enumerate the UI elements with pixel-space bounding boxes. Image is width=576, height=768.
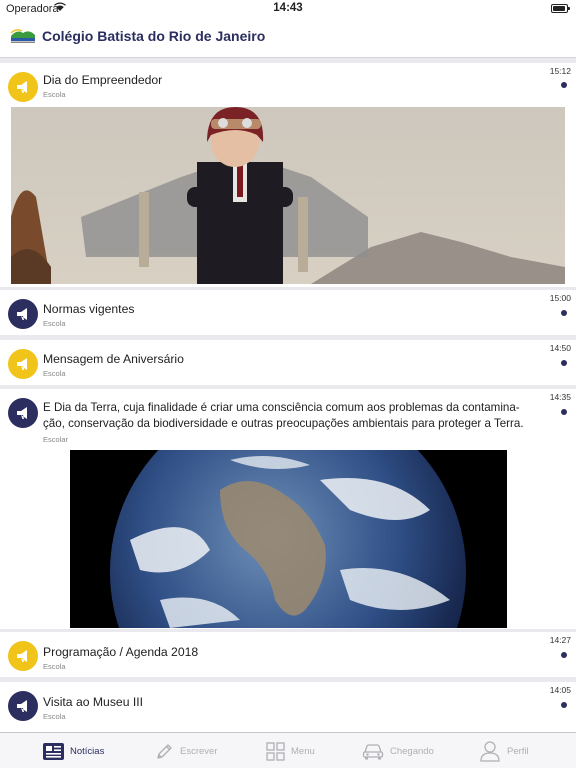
app-header: Colégio Batista do Rio de Janeiro [0,18,576,58]
post-time: 14:05 [549,685,571,695]
post-title: Visita ao Museu III [43,695,144,709]
post-category: Escola [43,319,66,328]
unread-dot [561,310,567,316]
post-title: Normas vigentes [43,302,135,316]
post-image-earth[interactable] [70,450,507,628]
page-title: Colégio Batista do Rio de Janeiro [42,28,266,44]
megaphone-icon [17,700,27,712]
post-title-line-1: E Dia da Terra, cuja finalidade é criar … [43,401,520,414]
post-category: Escola [43,712,66,721]
tab-label: Notícias [70,745,105,757]
post-category: Escola [43,369,66,378]
announcement-avatar [8,349,38,379]
news-card[interactable]: 14:05 Visita ao Museu III Escola [0,682,576,732]
status-bar: Operadora 14:43 [0,0,576,18]
battery-icon [551,4,570,13]
news-card[interactable]: 15:12 Dia do Empreendedor Escola [0,63,576,287]
unread-dot [561,82,567,88]
tab-chegando[interactable]: Chegando [362,733,434,768]
post-time: 14:35 [549,392,571,402]
unread-dot [561,360,567,366]
megaphone-icon [17,650,27,662]
megaphone-icon [17,358,27,370]
announcement-avatar [8,72,38,102]
tab-label: Escrever [180,745,218,757]
announcement-avatar [8,641,38,671]
news-card[interactable]: 15:00 Normas vigentes Escola [0,290,576,335]
post-time: 14:50 [549,343,571,353]
post-time: 15:00 [549,293,571,303]
post-title: Programação / Agenda 2018 [43,645,199,659]
tab-noticias[interactable]: Notícias [43,733,104,768]
post-title: Dia do Empreendedor [43,73,163,87]
tab-label: Chegando [390,745,434,757]
post-time: 14:27 [549,635,571,645]
tab-label: Menu [291,745,315,757]
post-time: 15:12 [549,66,571,76]
megaphone-icon [17,308,27,320]
tab-label: Perfil [507,745,529,757]
tab-menu[interactable]: Menu [266,733,315,768]
grid-icon [266,741,285,761]
megaphone-icon [17,407,27,419]
announcement-avatar [8,398,38,428]
unread-dot [561,652,567,658]
announcement-avatar [8,691,38,721]
post-category: Escolar [43,435,69,444]
announcement-avatar [8,299,38,329]
post-title-line-2: ção, conservação da biodiversidade e out… [43,417,524,430]
unread-dot [561,409,567,415]
post-category: Escola [43,662,66,671]
news-card[interactable]: 14:35 E Dia da Terra, cuja finalidade é … [0,389,576,629]
news-card[interactable]: 14:27 Programação / Agenda 2018 Escola [0,632,576,677]
tab-bar: Notícias Escrever Menu Chegando Perfil [0,732,576,768]
pencil-icon [157,743,172,759]
tab-perfil[interactable]: Perfil [479,733,529,768]
news-card[interactable]: 14:50 Mensagem de Aniversário Escola [0,340,576,385]
post-category: Escola [43,90,66,99]
post-title: Mensagem de Aniversário [43,352,184,366]
clock: 14:43 [273,2,303,14]
school-logo [10,29,35,43]
news-icon [43,742,64,760]
person-icon [480,741,500,762]
unread-dot [561,702,567,708]
megaphone-icon [17,81,27,93]
tab-escrever[interactable]: Escrever [155,733,217,768]
post-image-entrepreneur-kid[interactable] [11,107,565,284]
news-feed[interactable]: 15:12 Dia do Empreendedor Escola 15:00 N… [0,60,576,732]
car-icon [362,743,384,759]
